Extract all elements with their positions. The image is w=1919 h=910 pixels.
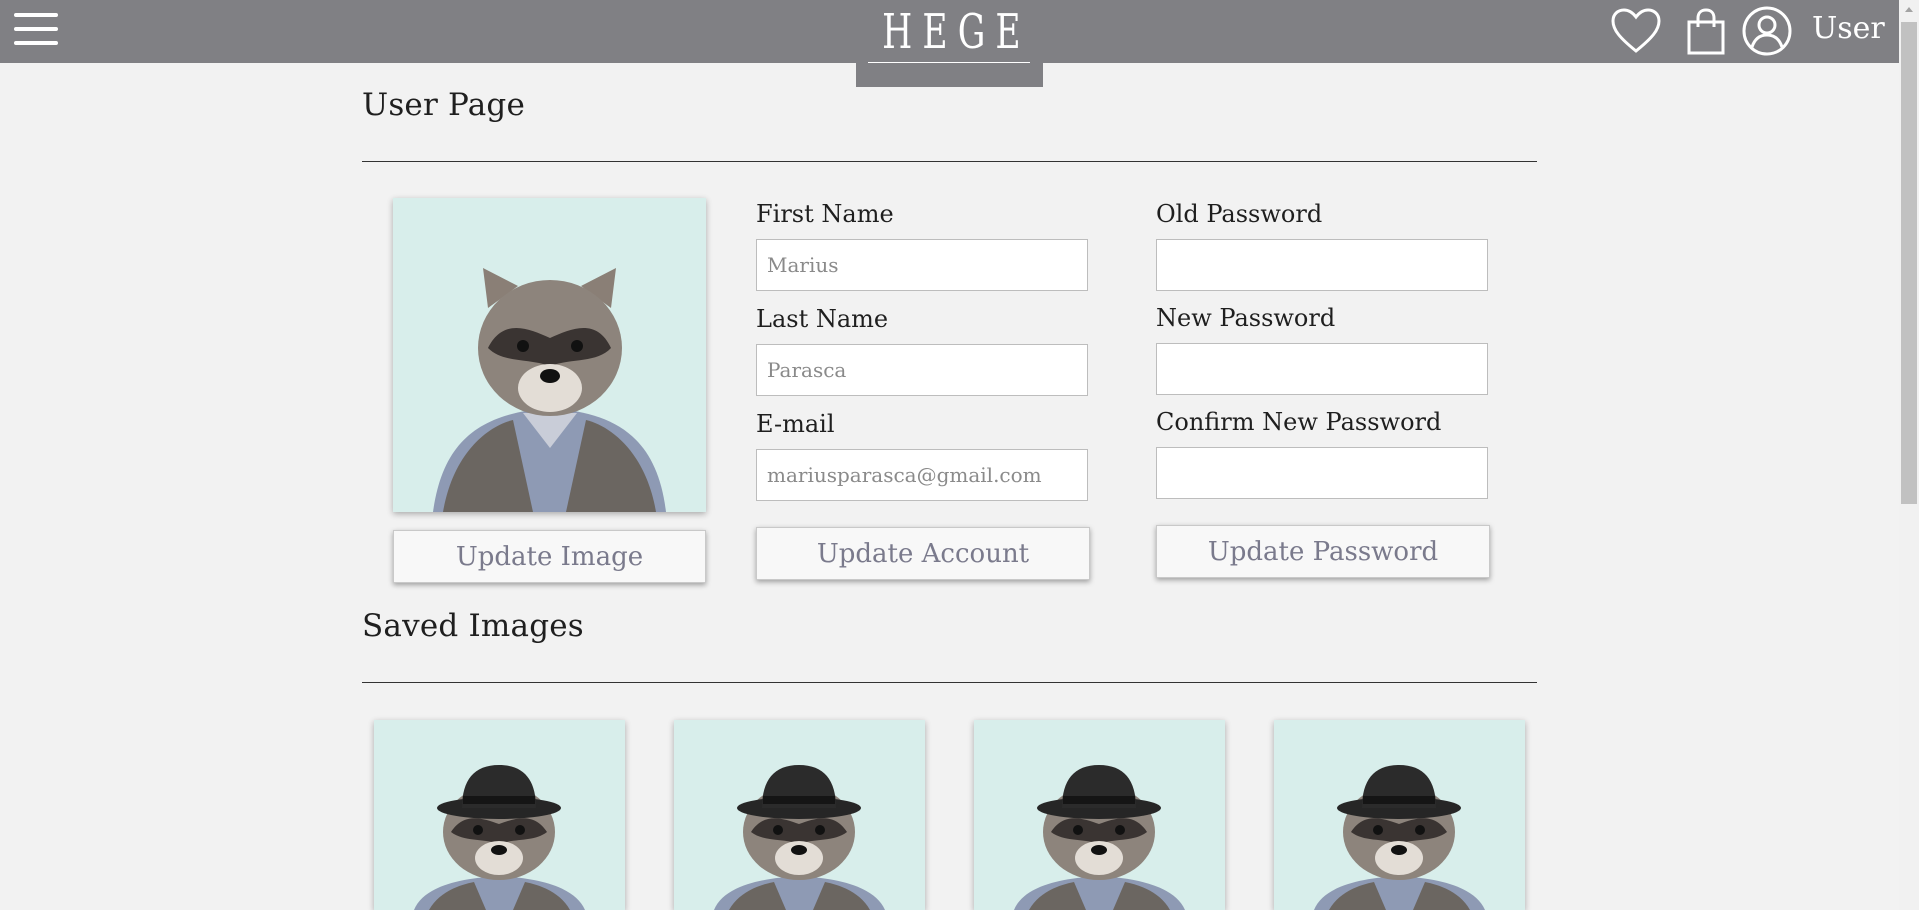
user-circle-icon[interactable] [1741, 5, 1793, 57]
old-password-field[interactable] [1156, 239, 1488, 291]
update-password-button[interactable]: Update Password [1156, 525, 1490, 578]
scrollbar-thumb[interactable] [1901, 22, 1917, 504]
old-password-label: Old Password [1156, 200, 1323, 228]
logo-underline [868, 62, 1030, 63]
new-password-field[interactable] [1156, 343, 1488, 395]
title-divider [362, 161, 1537, 162]
saved-image-2[interactable] [674, 720, 925, 910]
profile-image [393, 198, 706, 512]
last-name-label: Last Name [756, 305, 889, 333]
saved-images-divider [362, 682, 1537, 683]
confirm-password-field[interactable] [1156, 447, 1488, 499]
new-password-label: New Password [1156, 304, 1336, 332]
email-field[interactable] [756, 449, 1088, 501]
menu-icon[interactable] [14, 13, 58, 47]
heart-icon[interactable] [1610, 7, 1662, 55]
saved-images-title: Saved Images [362, 608, 584, 644]
user-menu-label[interactable]: User [1812, 11, 1885, 46]
shopping-bag-icon[interactable] [1685, 8, 1727, 56]
update-account-button[interactable]: Update Account [756, 527, 1090, 580]
saved-image-4[interactable] [1274, 720, 1525, 910]
saved-image-3[interactable] [974, 720, 1225, 910]
update-image-button[interactable]: Update Image [393, 530, 706, 583]
confirm-password-label: Confirm New Password [1156, 408, 1442, 436]
saved-image-1[interactable] [374, 720, 625, 910]
first-name-field[interactable] [756, 239, 1088, 291]
email-label: E-mail [756, 410, 835, 438]
scroll-up-arrow-icon[interactable] [1899, 0, 1919, 20]
page-title: User Page [362, 87, 525, 123]
first-name-label: First Name [756, 200, 894, 228]
last-name-field[interactable] [756, 344, 1088, 396]
brand-logo[interactable]: HEGE [882, 4, 1020, 60]
